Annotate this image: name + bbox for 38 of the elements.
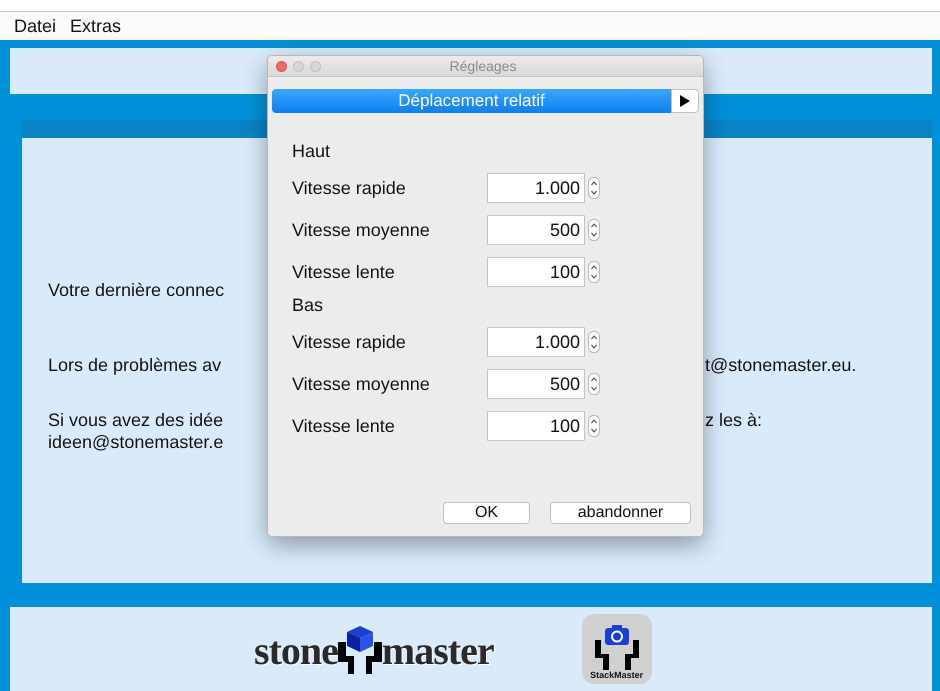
next-button[interactable]: [671, 89, 699, 113]
field-label: Vitesse lente: [292, 416, 396, 436]
stepper-icon[interactable]: [588, 373, 600, 395]
info-text: t@stonemaster.eu.: [705, 355, 858, 376]
info-text: Lors de problèmes av: [48, 355, 222, 376]
stepper-icon[interactable]: [588, 177, 600, 199]
camera-hands-icon: [592, 624, 641, 670]
info-text: z les à:: [705, 410, 764, 431]
field-label: Vitesse lente: [292, 262, 396, 282]
field-label: Vitesse moyenne: [292, 220, 431, 240]
info-text: Si vous avez des idée: [48, 410, 224, 431]
number-field[interactable]: 1.000: [487, 327, 585, 357]
number-field[interactable]: 1.000: [487, 173, 585, 203]
info-text: Votre dernière connec: [48, 280, 224, 301]
close-icon[interactable]: [276, 60, 287, 72]
app-icon[interactable]: StackMaster: [582, 614, 652, 684]
stepper-icon[interactable]: [588, 415, 600, 437]
window-title: Régleages: [448, 58, 518, 74]
stepper-icon[interactable]: [588, 219, 600, 241]
info-text: ideen@stonemaster.e: [48, 432, 224, 453]
logo: stone master: [254, 624, 494, 674]
cube-hands-icon: [338, 624, 382, 674]
number-field[interactable]: 100: [487, 257, 585, 287]
number-field[interactable]: 100: [487, 411, 585, 441]
field-label: Vitesse rapide: [292, 332, 407, 352]
menu-item[interactable]: Extras: [70, 16, 122, 36]
dialog-button[interactable]: OK: [443, 502, 530, 524]
section-title: Bas: [292, 295, 324, 317]
menu-item[interactable]: Datei: [14, 16, 56, 36]
number-field[interactable]: 500: [487, 369, 585, 399]
number-field[interactable]: 500: [487, 215, 585, 245]
stepper-icon[interactable]: [588, 331, 600, 353]
play-icon: [680, 95, 690, 107]
field-label: Vitesse moyenne: [292, 374, 431, 394]
field-label: Vitesse rapide: [292, 178, 407, 198]
section-title: Haut: [292, 141, 330, 163]
stepper-icon[interactable]: [588, 261, 600, 283]
dialog-button[interactable]: abandonner: [550, 502, 691, 524]
